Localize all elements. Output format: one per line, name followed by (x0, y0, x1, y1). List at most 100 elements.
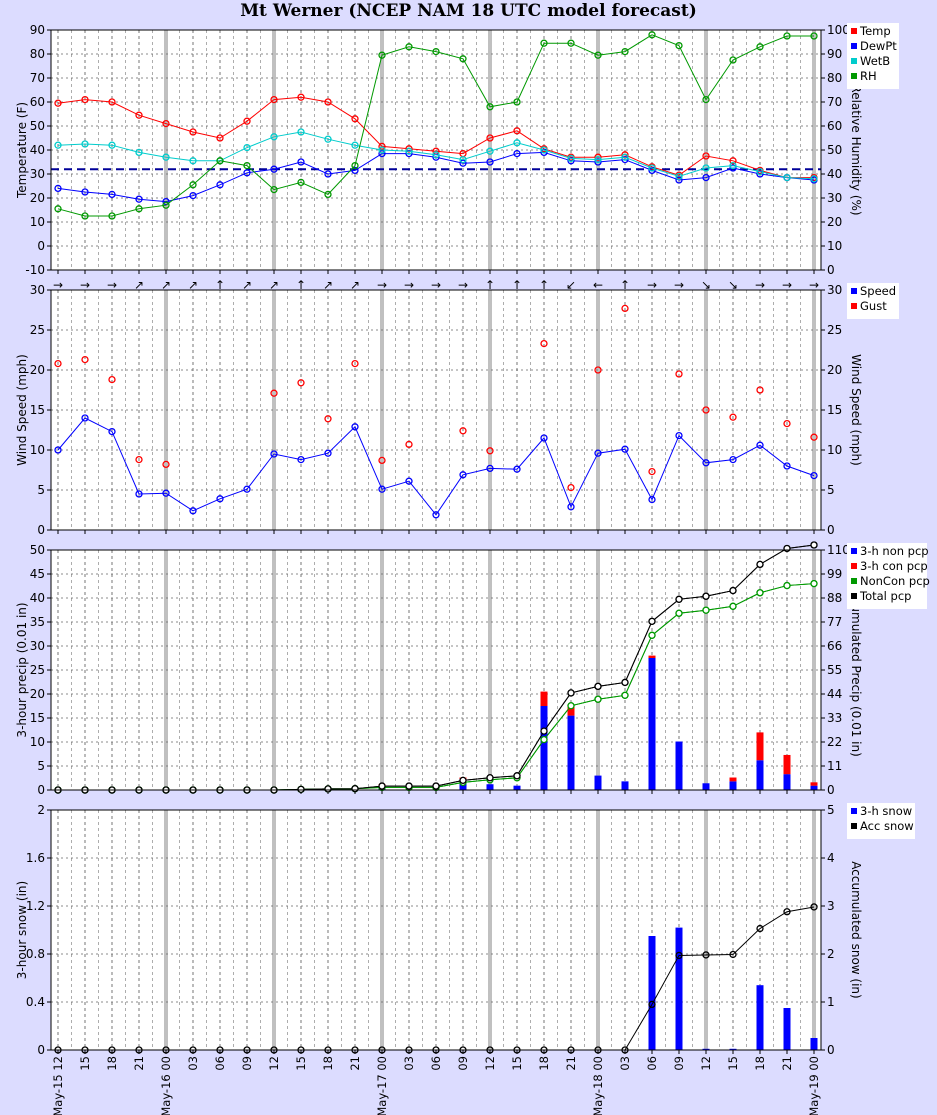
y2-axis-title: Accumulated snow (in) (849, 861, 863, 998)
time-label: 21 (780, 1056, 794, 1071)
time-label: May-19 00 (807, 1056, 821, 1115)
y2-tick-label: 0 (827, 523, 835, 537)
time-label: 06 (429, 1056, 443, 1071)
accum-point (567, 702, 575, 710)
time-label: May-18 00 (591, 1056, 605, 1115)
bar-3-h-snow (648, 936, 656, 1050)
y-tick-label: 50 (30, 119, 45, 133)
y-tick-label: -10 (25, 263, 45, 277)
legend-entry: Gust (860, 299, 887, 313)
accum-point (594, 695, 602, 703)
y2-axis-title: Wind Speed (mph) (849, 354, 863, 466)
wind-direction-arrow: → (404, 278, 414, 292)
bar-3-h-con-pcp (756, 732, 764, 761)
time-label: 21 (348, 1056, 362, 1071)
y-tick-label: 0 (37, 523, 45, 537)
legend: TempDewPtWetBRH (847, 23, 899, 89)
y2-tick-label: 0 (827, 1043, 835, 1057)
y2-tick-label: 30 (827, 283, 842, 297)
time-label: 06 (213, 1056, 227, 1071)
y2-tick-label: 60 (827, 119, 842, 133)
y-axis-title: Temperature (F) (15, 102, 29, 199)
accum-point (729, 586, 737, 595)
bar-3-h-non-pcp (675, 741, 683, 790)
time-label: May-15 12 (51, 1056, 65, 1115)
time-label: 15 (294, 1056, 308, 1071)
y-tick-label: 30 (30, 283, 45, 297)
y2-axis-title: Accumulated Precip (0.01 in) (849, 583, 863, 757)
time-label: 09 (240, 1056, 254, 1071)
accum-point (594, 682, 602, 691)
y-tick-label: 80 (30, 47, 45, 61)
bar-3-h-non-pcp (648, 658, 656, 790)
y2-tick-label: 10 (827, 443, 842, 457)
y2-tick-label: 11 (827, 759, 842, 773)
y2-tick-label: 70 (827, 95, 842, 109)
bar-3-h-non-pcp (513, 785, 521, 790)
panel-snow: 00.40.81.21.620123453-hour snow (in) Accu… (15, 803, 915, 1057)
wind-direction-arrow: ↗ (188, 278, 198, 292)
legend-swatch (851, 593, 857, 599)
time-label: 09 (672, 1056, 686, 1071)
legend-swatch (851, 808, 857, 814)
legend-swatch (851, 73, 857, 79)
y-tick-label: 5 (37, 759, 45, 773)
y-tick-label: 15 (30, 711, 45, 725)
time-label: 18 (753, 1056, 767, 1071)
time-label: 03 (186, 1056, 200, 1071)
y-tick-label: 10 (30, 215, 45, 229)
chart-title: Mt Werner (NCEP NAM 18 UTC model forecas… (240, 1, 697, 21)
legend-swatch (851, 823, 857, 829)
wind-direction-arrow: → (107, 278, 117, 292)
panel-wind: 0 5 10 15 20 25 30 0 5 10 15 20 25 30 Wind Speed (mph)… (15, 278, 899, 537)
bar-3-h-snow (756, 985, 764, 1050)
y-tick-label: 5 (37, 483, 45, 497)
y2-tick-label: 2 (827, 947, 835, 961)
y2-tick-label: 50 (827, 143, 842, 157)
time-label: 12 (699, 1056, 713, 1071)
legend-entry: 3-h snow (860, 804, 912, 818)
y2-tick-label: 5 (827, 483, 835, 497)
wind-direction-arrow: → (755, 278, 765, 292)
y-tick-label: 70 (30, 71, 45, 85)
legend-swatch (851, 578, 857, 584)
accum-point (702, 606, 710, 614)
y-axis-title: 3-hour snow (in) (15, 881, 29, 979)
y-tick-label: 0 (37, 239, 45, 253)
y-tick-label: 25 (30, 663, 45, 677)
wind-direction-arrow: ↑ (620, 278, 630, 292)
legend-entry: 3-h non pcp (860, 544, 929, 558)
bar-3-h-snow (675, 927, 683, 1050)
bar-3-h-con-pcp (729, 777, 737, 782)
wind-direction-arrow: ↑ (296, 278, 306, 292)
legend-swatch (851, 43, 857, 49)
legend-swatch (851, 303, 857, 309)
time-label: 18 (321, 1056, 335, 1071)
y2-tick-label: 4 (827, 851, 835, 865)
wind-direction-arrow: ↗ (323, 278, 333, 292)
y2-tick-label: 99 (827, 567, 842, 581)
legend-swatch (851, 28, 857, 34)
wind-direction-arrow: ↑ (215, 278, 225, 292)
wind-direction-arrow: ↙ (566, 278, 576, 292)
accum-point (432, 782, 440, 790)
wind-direction-arrow: ↑ (512, 278, 522, 292)
accum-point (567, 689, 575, 697)
wind-direction-arrow: ↑ (539, 278, 549, 292)
y2-tick-label: 0 (827, 783, 835, 797)
wind-direction-arrow: → (53, 278, 63, 292)
y-tick-label: 0 (37, 783, 45, 797)
accum-point (675, 595, 683, 603)
y-tick-label: 90 (30, 23, 45, 37)
accum-point (675, 609, 683, 617)
accum-point (540, 735, 548, 744)
bar-3-h-snow (810, 1038, 818, 1050)
y2-tick-label: 88 (827, 591, 842, 605)
accum-point (702, 592, 710, 600)
time-label: May-17 00 (375, 1056, 389, 1115)
y2-tick-label: 0 (827, 263, 835, 277)
wind-direction-arrow: → (431, 278, 441, 292)
wind-direction-arrow: → (674, 278, 684, 292)
y-tick-label: 10 (30, 735, 45, 749)
wind-direction-arrow: ↘ (728, 278, 738, 292)
